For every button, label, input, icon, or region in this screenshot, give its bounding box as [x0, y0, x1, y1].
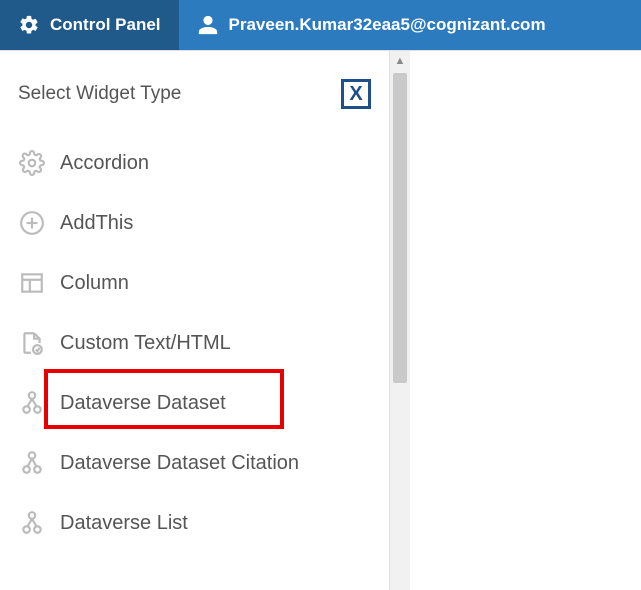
content-area: [410, 51, 641, 590]
widget-label: Custom Text/HTML: [60, 332, 231, 355]
widget-panel: Select Widget Type X Accordion AddThis: [0, 51, 390, 590]
gear-icon: [18, 14, 40, 36]
close-button[interactable]: X: [341, 79, 371, 109]
topbar: Control Panel Praveen.Kumar32eaa5@cogniz…: [0, 0, 641, 50]
widget-item-column[interactable]: Column: [0, 253, 389, 313]
scrollbar[interactable]: ▲: [390, 51, 410, 590]
panel-header: Select Widget Type X: [0, 59, 389, 119]
scroll-thumb[interactable]: [393, 73, 407, 383]
user-menu[interactable]: Praveen.Kumar32eaa5@cognizant.com: [179, 0, 564, 50]
widget-item-accordion[interactable]: Accordion: [0, 133, 389, 193]
widget-item-dataverse-dataset-citation[interactable]: Dataverse Dataset Citation: [0, 433, 389, 493]
layout-icon: [18, 269, 46, 297]
nodes-icon: [18, 389, 46, 417]
widget-item-dataverse-dataset[interactable]: Dataverse Dataset: [0, 373, 389, 433]
nodes-icon: [18, 449, 46, 477]
widget-label: AddThis: [60, 212, 133, 235]
widget-item-custom-text-html[interactable]: Custom Text/HTML: [0, 313, 389, 373]
control-panel-tab[interactable]: Control Panel: [0, 0, 179, 50]
widget-item-dataverse-list[interactable]: Dataverse List: [0, 493, 389, 553]
control-panel-label: Control Panel: [50, 15, 161, 35]
plus-circle-icon: [18, 209, 46, 237]
nodes-icon: [18, 509, 46, 537]
main-area: Select Widget Type X Accordion AddThis: [0, 50, 641, 590]
scroll-up-icon[interactable]: ▲: [390, 51, 410, 71]
widget-label: Dataverse Dataset Citation: [60, 452, 299, 475]
gear-outline-icon: [18, 149, 46, 177]
widget-label: Accordion: [60, 152, 149, 175]
user-icon: [197, 14, 219, 36]
document-check-icon: [18, 329, 46, 357]
widget-item-addthis[interactable]: AddThis: [0, 193, 389, 253]
widget-label: Dataverse List: [60, 512, 188, 535]
user-email-label: Praveen.Kumar32eaa5@cognizant.com: [229, 15, 546, 35]
panel-title: Select Widget Type: [18, 83, 181, 105]
widget-label: Dataverse Dataset: [60, 392, 226, 415]
close-icon: X: [349, 83, 362, 106]
widget-list: Accordion AddThis Column Custom Text/HTM…: [0, 133, 389, 553]
widget-label: Column: [60, 272, 129, 295]
